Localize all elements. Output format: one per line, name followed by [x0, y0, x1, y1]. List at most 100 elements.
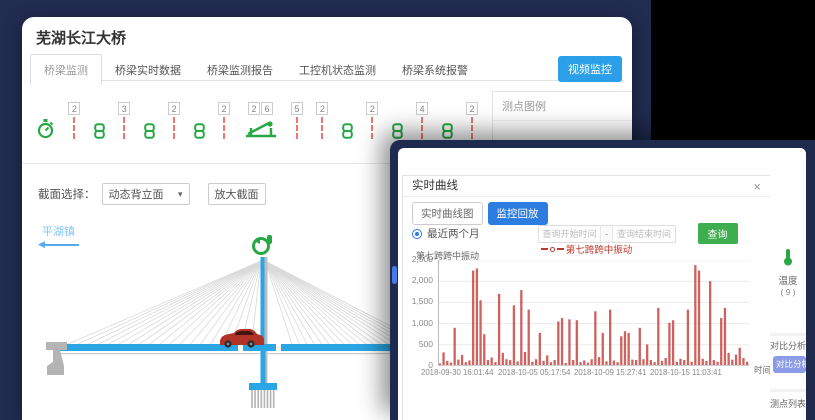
dash-icon [223, 117, 225, 139]
x-tick-label: 2018-10-15 11:03:41 [650, 368, 722, 377]
sensor-item-dash: 5 [291, 102, 303, 139]
dash-icon [173, 117, 175, 139]
x-tick-label: 2018-09-30 16:01:44 [421, 368, 493, 377]
y-tick-label: 2,000 [412, 275, 433, 285]
sensor-item-dash: 2 [168, 102, 180, 139]
dash-icon [371, 117, 373, 139]
dash-icon [471, 117, 473, 139]
tab-5[interactable]: 桥梁系统报警 [389, 55, 481, 84]
end-date-input[interactable]: 查询结束时间 [613, 227, 675, 240]
sensor-count-badge: 2 [366, 102, 378, 115]
sensor-item-link[interactable] [442, 102, 453, 139]
sensor-count-badge: 2 [168, 102, 180, 115]
date-range-separator: - [600, 226, 613, 242]
link-icon [94, 117, 105, 139]
black-backdrop [651, 0, 815, 145]
search-button[interactable]: 查询 [698, 223, 738, 244]
sensor-item-special[interactable]: 26 [244, 102, 278, 139]
temperature-count: ( 9 ) [770, 287, 806, 297]
sensor-item-link[interactable] [144, 102, 155, 139]
legend-marker-circle [550, 247, 555, 252]
sensor-item-dash: 4 [416, 102, 428, 139]
dialog-tab-2[interactable]: 监控回放 [488, 202, 548, 225]
y-axis-ticks: 05001,0001,5002,0002,500 [403, 260, 436, 366]
compare-button[interactable]: 对比分析 [773, 356, 806, 373]
dash-icon [123, 117, 125, 139]
dash-icon [296, 117, 298, 139]
divider [770, 333, 806, 336]
legend-marker-line [541, 248, 548, 250]
sensor-item-dash: 2 [68, 102, 80, 139]
sensor-count-badge: 2 [316, 102, 328, 115]
sensor-count-badge: 3 [118, 102, 130, 115]
link-icon [144, 117, 155, 139]
section-select-label: 截面选择： [38, 186, 96, 202]
dash-icon [73, 117, 75, 139]
radio-last-two-months[interactable] [412, 229, 422, 239]
section-select-row: 截面选择： 动态背立面 ▾ 放大截面 [38, 183, 266, 205]
x-axis-labels: 2018-09-30 16:01:442018-10-05 05:17:5420… [438, 368, 772, 380]
temperature-legend-item[interactable]: 温度 ( 9 ) [770, 248, 806, 297]
sensor-item-link[interactable] [94, 102, 105, 139]
sensor-count-badge: 2 [218, 102, 230, 115]
sensor-count-badge: 5 [291, 102, 303, 115]
y-tick-label: 1,000 [412, 318, 433, 328]
sensor-item-link[interactable] [194, 102, 205, 139]
dialog-tab-1[interactable]: 实时曲线图 [412, 202, 483, 225]
sensor-item-dash: 2 [466, 102, 478, 139]
link-icon [194, 117, 205, 139]
link-icon [392, 117, 403, 139]
sensor-item-link[interactable] [342, 102, 353, 139]
sensor-item-timer[interactable] [36, 102, 55, 139]
close-icon[interactable]: × [753, 176, 761, 196]
point-list-section-title: 测点列表 [770, 397, 806, 410]
thermometer-icon [782, 248, 794, 266]
divider [770, 389, 806, 392]
video-monitor-button[interactable]: 视频监控 [558, 56, 622, 82]
sensor-item-link[interactable] [392, 102, 403, 139]
radio-label: 最近两个月 [427, 226, 480, 241]
sensor-item-dash: 2 [316, 102, 328, 139]
tower-sensor-icon [254, 235, 273, 254]
chart-plot-area [438, 260, 749, 366]
sensor-count-badge: 2 [248, 102, 260, 115]
overlay-window-content: 实时曲线 × 实时曲线图监控回放 最近两个月 查询开始时间 - 查询结束时间 查… [398, 148, 806, 420]
y-tick-label: 1,500 [412, 296, 433, 306]
sensor-count-badge: 6 [261, 102, 273, 115]
temperature-label: 温度 [770, 273, 806, 287]
legend-label: 第七跨跨中振动 [566, 242, 633, 256]
legend-marker-line [557, 248, 564, 250]
special-icon [244, 117, 278, 139]
compare-section-title: 对比分析 [770, 339, 806, 352]
timer-icon [36, 117, 55, 139]
link-icon [442, 117, 453, 139]
date-range-input[interactable]: 查询开始时间 - 查询结束时间 [538, 225, 676, 243]
dialog-header: 实时曲线 × [403, 176, 770, 197]
section-select-dropdown[interactable]: 动态背立面 ▾ [102, 183, 190, 205]
y-tick-label: 500 [419, 339, 433, 349]
sensor-item-dash: 3 [118, 102, 130, 139]
scrollbar-thumb[interactable] [392, 266, 397, 284]
tab-4[interactable]: 工控机状态监测 [286, 55, 389, 84]
legend-panel-title: 测点图例 [493, 92, 632, 121]
zoom-section-button[interactable]: 放大截面 [208, 183, 266, 205]
realtime-curve-dialog: 实时曲线 × 实时曲线图监控回放 最近两个月 查询开始时间 - 查询结束时间 查… [402, 175, 771, 420]
sensor-count-badge: 2 [68, 102, 80, 115]
tab-2[interactable]: 桥梁实时数据 [102, 55, 194, 84]
dash-icon [421, 117, 423, 139]
tab-list: 桥梁监测桥梁实时数据桥梁监测报告工控机状态监测桥梁系统报警 [30, 66, 481, 83]
tab-3[interactable]: 桥梁监测报告 [194, 55, 286, 84]
y-tick-label: 2,500 [412, 254, 433, 264]
x-tick-label: 2018-10-05 05:17:54 [498, 368, 570, 377]
tab-1[interactable]: 桥梁监测 [30, 54, 102, 85]
chevron-down-icon: ▾ [178, 189, 183, 200]
tab-bar: 桥梁监测桥梁实时数据桥梁监测报告工控机状态监测桥梁系统报警 视频监控 [30, 54, 624, 81]
sidebar-strip: 温度 ( 9 ) 对比分析 对比分析 测点列表 [770, 148, 806, 420]
sensor-strip: 23222652242 [36, 87, 478, 139]
page-title: 芜湖长江大桥 [36, 27, 126, 48]
dash-icon [321, 117, 323, 139]
sensor-item-dash: 2 [218, 102, 230, 139]
start-date-input[interactable]: 查询开始时间 [539, 227, 601, 240]
overlay-window: 实时曲线 × 实时曲线图监控回放 最近两个月 查询开始时间 - 查询结束时间 查… [390, 140, 815, 420]
bar-chart [438, 260, 749, 366]
